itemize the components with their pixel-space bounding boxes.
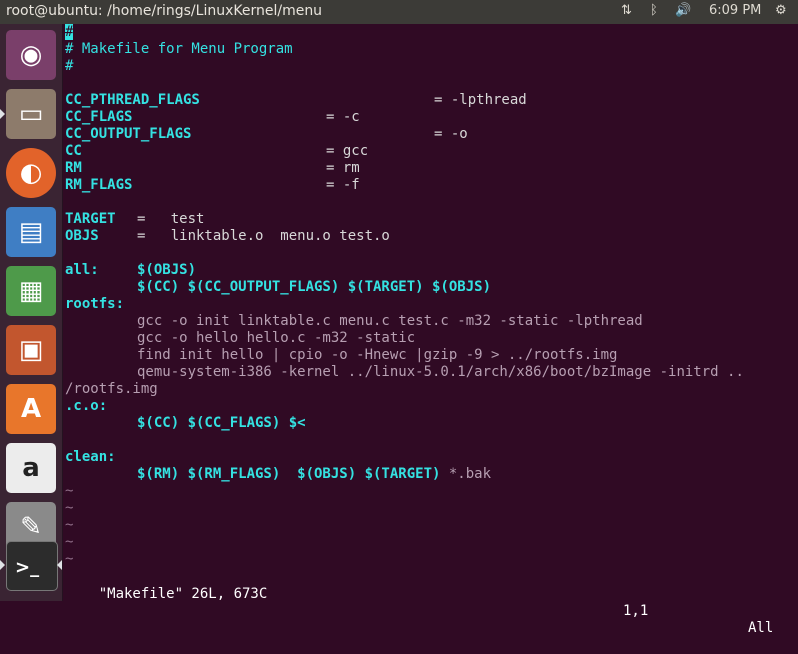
- shell-command: gcc -o hello hello.c -m32 -static: [137, 330, 416, 346]
- variable-name: CC: [65, 143, 82, 159]
- software-button[interactable]: A: [6, 384, 56, 434]
- ubuntu-dash-button[interactable]: ◉: [6, 30, 56, 80]
- shell-command: qemu-system-i386 -kernel ../linux-5.0.1/…: [137, 364, 744, 380]
- text-cursor: #: [65, 24, 74, 40]
- variable-name: CC_PTHREAD_FLAGS: [65, 92, 200, 108]
- variable-value: = -o: [434, 126, 468, 142]
- variable-value: = -lpthread: [434, 92, 527, 108]
- variable-value: = gcc: [326, 143, 369, 159]
- make-target: clean:: [65, 449, 116, 465]
- network-icon[interactable]: ⇅: [621, 3, 632, 18]
- variable-name: CC_OUTPUT_FLAGS: [65, 126, 192, 142]
- terminal-button[interactable]: >_: [6, 541, 58, 591]
- spreadsheet-icon: ▦: [18, 276, 44, 306]
- shell-command-wrap: /rootfs.img: [65, 381, 158, 397]
- make-command: $(RM) $(RM_FLAGS) $(OBJS) $(TARGET): [137, 466, 441, 482]
- empty-line-tilde: ~: [65, 483, 74, 499]
- firefox-icon: ◐: [19, 158, 43, 188]
- make-dependency: $(OBJS): [137, 262, 197, 278]
- variable-name: RM: [65, 160, 82, 176]
- file-cabinet-icon: ▭: [18, 99, 44, 129]
- amazon-button[interactable]: a: [6, 443, 56, 493]
- clock[interactable]: 6:09 PM: [709, 3, 761, 18]
- make-command: $(CC) $(CC_OUTPUT_FLAGS) $(TARGET) $(OBJ…: [137, 279, 492, 295]
- shell-command: gcc -o init linktable.c menu.c test.c -m…: [137, 313, 643, 329]
- presentation-icon: ▣: [18, 335, 44, 365]
- variable-name: RM_FLAGS: [65, 177, 133, 193]
- shopping-bag-icon: A: [20, 394, 42, 424]
- focused-indicator: [57, 560, 62, 570]
- comment-line: # Makefile for Menu Program: [65, 41, 293, 57]
- variable-value: = -f: [326, 177, 360, 193]
- variable-value: = linktable.o menu.o test.o: [137, 228, 390, 244]
- terminal-editor[interactable]: # # Makefile for Menu Program # CC_PTHRE…: [65, 24, 798, 636]
- calc-button[interactable]: ▦: [6, 266, 56, 316]
- amazon-icon: a: [22, 453, 40, 483]
- make-command-rest: *.bak: [440, 466, 492, 482]
- running-indicator: [0, 109, 5, 119]
- top-panel: root@ubuntu: /home/rings/LinuxKernel/men…: [0, 0, 798, 24]
- empty-line-tilde: ~: [65, 534, 74, 550]
- status-cursor-position: 1,1: [623, 603, 649, 619]
- variable-name: OBJS: [65, 228, 99, 244]
- make-command: $(CC) $(CC_FLAGS) $<: [137, 415, 306, 431]
- launcher: ◉ ▭ ◐ ▤ ▦ ▣ A a ✎ >_: [0, 24, 63, 601]
- vim-status-line: "Makefile" 26L, 673C 1,1 All: [65, 569, 798, 636]
- active-indicator: [0, 560, 5, 570]
- variable-value: = -c: [326, 109, 360, 125]
- make-target: rootfs:: [65, 296, 125, 312]
- firefox-button[interactable]: ◐: [6, 148, 56, 198]
- writer-doc-icon: ▤: [18, 217, 44, 247]
- shell-command: find init hello | cpio -o -Hnewc |gzip -…: [137, 347, 618, 363]
- writer-button[interactable]: ▤: [6, 207, 56, 257]
- empty-line-tilde: ~: [65, 500, 74, 516]
- impress-button[interactable]: ▣: [6, 325, 56, 375]
- ubuntu-logo-icon: ◉: [19, 40, 43, 70]
- make-target: all:: [65, 262, 99, 278]
- variable-name: CC_FLAGS: [65, 109, 133, 125]
- variable-value: = rm: [326, 160, 360, 176]
- variable-value: = test: [137, 211, 205, 227]
- status-file-info: "Makefile" 26L, 673C: [98, 586, 268, 602]
- volume-icon[interactable]: 🔊: [675, 3, 691, 18]
- settings-icon[interactable]: ⚙: [775, 3, 787, 18]
- variable-name: TARGET: [65, 211, 116, 227]
- comment-line: #: [65, 58, 74, 74]
- empty-line-tilde: ~: [65, 517, 74, 533]
- make-target: .c.o:: [65, 398, 108, 414]
- files-button[interactable]: ▭: [6, 89, 56, 139]
- window-title: root@ubuntu: /home/rings/LinuxKernel/men…: [6, 3, 323, 19]
- empty-line-tilde: ~: [65, 551, 74, 567]
- status-scroll: All: [748, 620, 774, 636]
- bluetooth-icon[interactable]: ᛒ: [650, 3, 658, 18]
